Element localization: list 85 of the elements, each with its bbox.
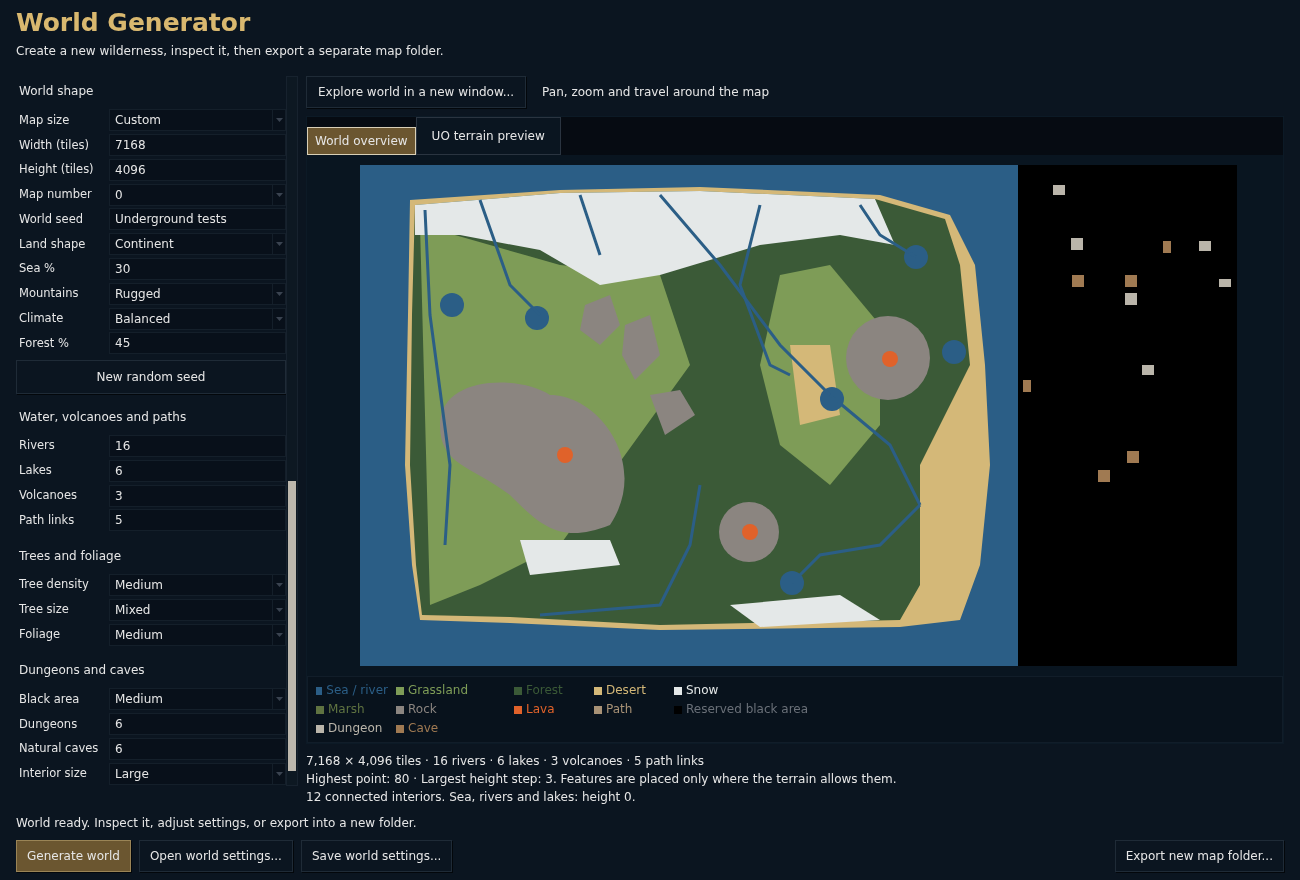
legend-label: Cave xyxy=(408,720,439,737)
legend-label: Grassland xyxy=(408,682,468,699)
field-label: Land shape xyxy=(19,235,87,253)
field-label: Dungeons xyxy=(19,715,79,733)
caret-icon xyxy=(275,697,283,702)
summary-line: 7,168 × 4,096 tiles · 16 rivers · 6 lakes · 3 volcanoes · 5 path links xyxy=(306,753,706,770)
dropdown[interactable]: Large xyxy=(109,762,286,785)
legend-label: Forest xyxy=(526,682,563,699)
field-label: Map size xyxy=(19,111,71,129)
legend-label: Rock xyxy=(408,701,437,718)
input-field[interactable]: 30 xyxy=(109,257,286,280)
caret-icon xyxy=(275,291,283,296)
input-field[interactable]: 16 xyxy=(109,435,286,458)
summary-line: Highest point: 80 · Largest height step: 3. Features are placed only where the terrain allows them. xyxy=(306,771,898,788)
field-label: Climate xyxy=(19,309,65,327)
caret-icon xyxy=(275,192,283,197)
status-message: World ready. Inspect it, adjust settings, or export into a new folder. xyxy=(16,815,418,832)
legend-label: Lava xyxy=(526,701,555,718)
dropdown[interactable]: Custom xyxy=(109,109,286,132)
explore-world-button[interactable]: Explore world in a new window... xyxy=(306,76,527,108)
input-field[interactable]: 5 xyxy=(109,509,286,532)
action-button[interactable]: Generate world xyxy=(16,840,131,872)
legend-label: Path xyxy=(606,701,633,718)
legend-label: Snow xyxy=(686,682,719,699)
field-label: Sea % xyxy=(19,260,56,278)
section-heading: World shape xyxy=(19,83,95,100)
new-seed-button[interactable]: New random seed xyxy=(16,359,286,394)
caret-icon xyxy=(275,242,283,247)
section-heading: Water, volcanoes and paths xyxy=(19,408,188,426)
scrollbar-thumb[interactable] xyxy=(288,481,296,771)
field-label: Map number xyxy=(19,186,93,204)
field-label: Tree size xyxy=(19,601,70,619)
field-label: Height (tiles) xyxy=(19,161,95,179)
input-field[interactable]: 7168 xyxy=(109,134,286,157)
field-label: Lakes xyxy=(19,462,53,480)
caret-icon xyxy=(275,607,283,612)
dropdown[interactable]: Balanced xyxy=(109,307,286,330)
export-button[interactable]: Export new map folder... xyxy=(1114,840,1284,872)
caret-icon xyxy=(275,632,283,637)
input-field[interactable]: 45 xyxy=(109,332,286,355)
dropdown[interactable]: Medium xyxy=(109,688,286,711)
field-label: Forest % xyxy=(19,334,70,352)
field-label: World seed xyxy=(19,210,85,228)
input-field[interactable]: 3 xyxy=(109,484,286,507)
explore-hint: Pan, zoom and travel around the map xyxy=(542,84,770,101)
section-heading: Dungeons and caves xyxy=(19,662,146,679)
caret-icon xyxy=(275,316,283,321)
caret-icon xyxy=(275,771,283,776)
dropdown[interactable]: 0 xyxy=(109,183,286,206)
field-label: Width (tiles) xyxy=(19,136,90,154)
input-field[interactable]: Underground tests xyxy=(109,208,286,231)
input-field[interactable]: 4096 xyxy=(109,158,286,181)
legend-label: Desert xyxy=(606,682,646,699)
caret-icon xyxy=(275,118,283,123)
dropdown[interactable]: Continent xyxy=(109,233,286,256)
subtitle: Create a new wilderness, inspect it, then export a separate map folder. xyxy=(16,43,445,60)
field-label: Black area xyxy=(19,690,81,708)
dropdown[interactable]: Medium xyxy=(109,574,286,597)
action-button[interactable]: Save world settings... xyxy=(300,840,453,872)
field-label: Mountains xyxy=(19,285,80,303)
field-label: Rivers xyxy=(19,437,56,455)
field-label: Tree density xyxy=(19,576,90,594)
legend-label: Sea / river xyxy=(326,682,388,699)
legend-label: Dungeon xyxy=(328,720,383,737)
field-label: Foliage xyxy=(19,626,62,643)
input-field[interactable]: 6 xyxy=(109,737,286,760)
tab[interactable]: World overview xyxy=(307,127,416,155)
input-field[interactable]: 6 xyxy=(109,713,286,736)
section-heading: Trees and foliage xyxy=(19,547,123,565)
tab[interactable]: UO terrain preview xyxy=(415,117,561,155)
dropdown[interactable]: Medium xyxy=(109,623,286,646)
dropdown[interactable]: Rugged xyxy=(109,282,286,305)
field-label: Natural caves xyxy=(19,740,100,758)
app-title: World Generator xyxy=(16,8,252,38)
summary-line: 12 connected interiors. Sea, rivers and lakes: height 0. xyxy=(306,789,637,806)
scrollbar[interactable] xyxy=(286,76,298,786)
legend-label: Marsh xyxy=(328,701,365,718)
field-label: Volcanoes xyxy=(19,486,78,504)
caret-icon xyxy=(275,583,283,588)
field-label: Path links xyxy=(19,511,76,529)
field-label: Interior size xyxy=(19,765,88,783)
legend-label: Reserved black area xyxy=(686,701,809,718)
input-field[interactable]: 6 xyxy=(109,459,286,482)
action-button[interactable]: Open world settings... xyxy=(138,840,293,872)
dropdown[interactable]: Mixed xyxy=(109,598,286,621)
